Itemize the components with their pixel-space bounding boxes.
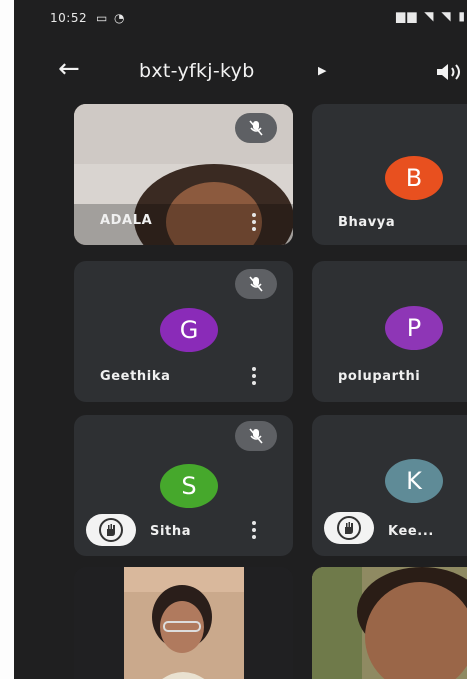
more-options-icon[interactable] xyxy=(252,367,256,388)
participant-name: Sitha xyxy=(150,524,192,539)
participant-video xyxy=(312,567,467,679)
participant-name: Kee... xyxy=(388,524,434,539)
status-time: 10:52 xyxy=(50,11,88,25)
speaker-icon[interactable] xyxy=(435,62,463,86)
mic-off-icon xyxy=(235,113,277,143)
participant-tile[interactable] xyxy=(74,567,293,679)
participant-tile[interactable]: S Sitha xyxy=(74,415,293,556)
mic-off-icon xyxy=(235,269,277,299)
avatar: B xyxy=(385,156,443,200)
notification-icon: ▭ xyxy=(96,11,108,25)
avatar: S xyxy=(160,464,218,508)
participant-tile[interactable]: ADALA xyxy=(74,104,293,245)
participant-tile[interactable]: G Geethika xyxy=(74,261,293,402)
mic-off-icon xyxy=(235,421,277,451)
participant-tile[interactable] xyxy=(312,567,467,679)
chevron-right-icon[interactable]: ▶ xyxy=(318,64,326,77)
raised-hand-icon xyxy=(86,514,136,546)
avatar: G xyxy=(160,308,218,352)
meeting-header: ← bxt-yfkj-kyb ▶ xyxy=(14,50,467,94)
avatar: P xyxy=(385,306,443,350)
back-arrow-icon[interactable]: ← xyxy=(58,56,80,82)
participant-name: ADALA xyxy=(100,213,153,228)
more-options-icon[interactable] xyxy=(252,521,256,542)
signal-wifi-icons: ▆▆ ◥ ◥ ▮ xyxy=(396,9,467,23)
raised-hand-icon xyxy=(324,512,374,544)
meet-screen: 10:52 ▭ ◔ ▆▆ ◥ ◥ ▮ ← bxt-yfkj-kyb ▶ ADAL… xyxy=(14,0,467,679)
participant-tile[interactable]: K Kee... xyxy=(312,415,467,556)
participant-name: poluparthi xyxy=(338,369,421,384)
participant-tile[interactable]: B Bhavya xyxy=(312,104,467,245)
meeting-code[interactable]: bxt-yfkj-kyb xyxy=(139,60,255,82)
avatar: K xyxy=(385,459,443,503)
participant-video xyxy=(124,567,244,679)
status-bar: 10:52 ▭ ◔ ▆▆ ◥ ◥ ▮ xyxy=(14,0,467,36)
more-options-icon[interactable] xyxy=(252,213,256,234)
whatsapp-icon: ◔ xyxy=(114,11,125,25)
participant-name: Bhavya xyxy=(338,215,396,230)
participant-name: Geethika xyxy=(100,369,171,384)
participant-tile[interactable]: P poluparthi xyxy=(312,261,467,402)
